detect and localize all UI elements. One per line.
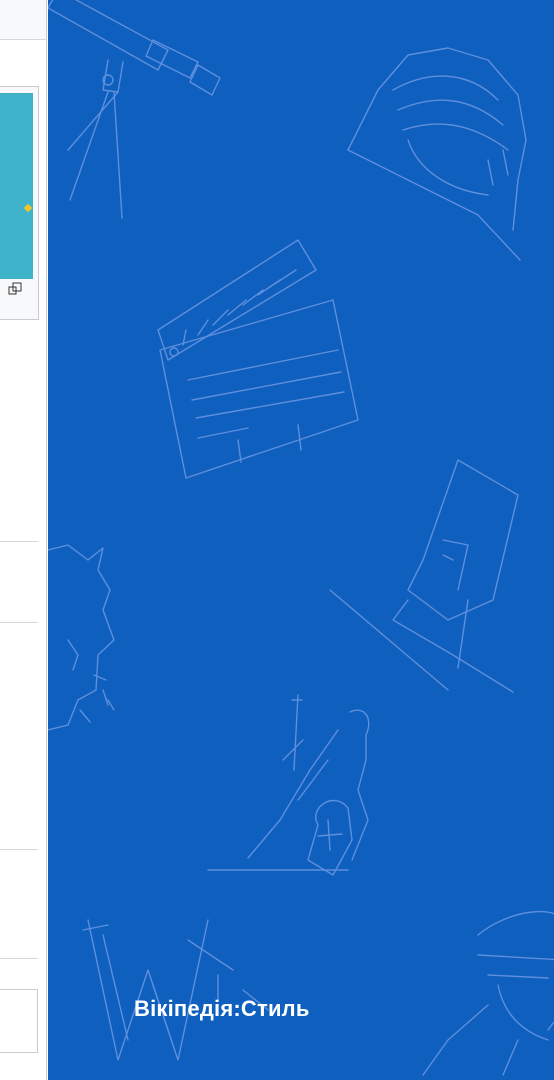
- person-icon: [422, 910, 554, 1076]
- moai-icon: [329, 459, 519, 693]
- statue-icon: [207, 694, 370, 876]
- section-divider: [0, 849, 38, 850]
- telescope-icon: [48, 0, 221, 219]
- text-input-box[interactable]: [0, 989, 38, 1053]
- thumbnail-frame: [0, 86, 39, 320]
- article-column: [0, 0, 48, 1080]
- promo-banner[interactable]: Вікіпедія:Стиль: [48, 0, 554, 1080]
- section-divider: [0, 541, 38, 542]
- map-icon: [48, 544, 115, 731]
- kiwi-icon: [347, 47, 527, 261]
- thumbnail-image[interactable]: [0, 93, 33, 279]
- w-logo-icon: [82, 919, 269, 1061]
- section-divider: [0, 622, 38, 623]
- top-toolbar: [0, 0, 46, 40]
- column-divider: [46, 0, 47, 1080]
- section-divider: [0, 958, 38, 959]
- banner-caption[interactable]: Вікіпедія:Стиль: [134, 996, 310, 1022]
- magnify-icon[interactable]: [8, 282, 22, 296]
- clapperboard-icon: [157, 239, 359, 479]
- line-illustrations: [48, 0, 554, 1076]
